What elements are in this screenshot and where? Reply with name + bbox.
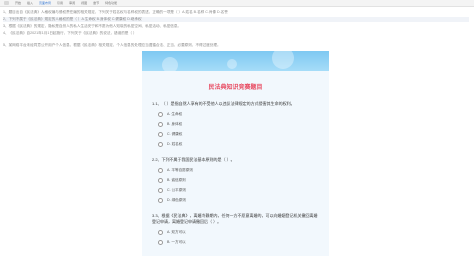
radio-icon bbox=[158, 187, 163, 193]
radio-icon bbox=[158, 121, 163, 127]
radio-icon bbox=[158, 167, 163, 173]
tab-references[interactable]: 引用 bbox=[57, 1, 63, 5]
radio-icon bbox=[158, 111, 163, 117]
menu-icon[interactable] bbox=[4, 1, 9, 5]
doc-line: 5、某网络平台未经同意公开用户个人信息，根据《民法典》相关规定，个人信息的处理应… bbox=[3, 43, 221, 47]
radio-icon bbox=[158, 239, 163, 245]
question-2: 2.2、下列不属于我国民法基本原则的是（ ）。 A. 平等自愿原则 B. 诚信原… bbox=[152, 157, 319, 203]
ribbon-toolbar: 开始 插入 页面布局 引用 审阅 视图 章节 特色功能 bbox=[0, 0, 474, 7]
option-d[interactable]: D. 姓名权 bbox=[158, 141, 319, 147]
tab-start[interactable]: 开始 bbox=[15, 1, 21, 5]
quiz-header-banner bbox=[142, 51, 329, 71]
tab-chapter[interactable]: 章节 bbox=[93, 1, 99, 5]
option-c[interactable]: C. 公平原则 bbox=[158, 187, 319, 193]
tab-view[interactable]: 视图 bbox=[81, 1, 87, 5]
radio-icon bbox=[158, 229, 163, 235]
option-a[interactable]: A. 双方可以 bbox=[158, 229, 319, 235]
quiz-title: 民法典知识竞赛题目 bbox=[208, 84, 263, 91]
option-c[interactable]: C. 健康权 bbox=[158, 131, 319, 137]
radio-icon bbox=[158, 141, 163, 147]
option-b[interactable]: B. 一方可以 bbox=[158, 239, 319, 245]
doc-line: 3、根据《民法典》的规定，隐私是自然人的私人生活安宁和不愿为他人知晓的私密空间、… bbox=[3, 24, 182, 28]
question-1: 1.1、（ ）是指自然人享有的不受他人以违反法律规定的方式侵害其生命的权利。 A… bbox=[152, 101, 319, 147]
question-text: 1.1、（ ）是指自然人享有的不受他人以违反法律规定的方式侵害其生命的权利。 bbox=[152, 101, 295, 106]
tab-insert[interactable]: 插入 bbox=[27, 1, 33, 5]
question-text: 3.3、根据《民法典》，离婚冷静期内，任何一方不愿意离婚的，可以向婚姻登记机关撤… bbox=[152, 213, 318, 224]
option-a[interactable]: A. 生命权 bbox=[158, 111, 319, 117]
option-b[interactable]: B. 身体权 bbox=[158, 121, 319, 127]
option-b[interactable]: B. 诚信原则 bbox=[158, 177, 319, 183]
tab-features[interactable]: 特色功能 bbox=[105, 1, 117, 5]
quiz-page: 民法典知识竞赛题目 1.1、（ ）是指自然人享有的不受他人以违反法律规定的方式侵… bbox=[142, 51, 329, 256]
tab-review[interactable]: 审阅 bbox=[69, 1, 75, 5]
radio-icon bbox=[158, 131, 163, 137]
doc-line: 4、《民法典》自2021年1月1日起施行，下列关于《民法典》的说法，错误的是（ … bbox=[3, 31, 137, 35]
option-a[interactable]: A. 平等自愿原则 bbox=[158, 167, 319, 173]
question-3: 3.3、根据《民法典》，离婚冷静期内，任何一方不愿意离婚的，可以向婚姻登记机关撤… bbox=[152, 213, 319, 245]
radio-icon bbox=[158, 197, 163, 203]
option-d[interactable]: D. 绿色原则 bbox=[158, 197, 319, 203]
doc-line: 1、题目出自《民法典》人格权编与侵权责任编的相关规定，下列关于姓名权与名称权的表… bbox=[3, 10, 228, 14]
quiz-title-band: 民法典知识竞赛题目 bbox=[142, 71, 329, 101]
doc-line: 2、下列不属于《民法典》规定的人格权的是（ ）A.生命权 B.身体权 C.健康权… bbox=[3, 17, 469, 22]
radio-icon bbox=[158, 177, 163, 183]
tab-layout[interactable]: 页面布局 bbox=[39, 1, 51, 5]
question-text: 2.2、下列不属于我国民法基本原则的是（ ）。 bbox=[152, 157, 235, 162]
